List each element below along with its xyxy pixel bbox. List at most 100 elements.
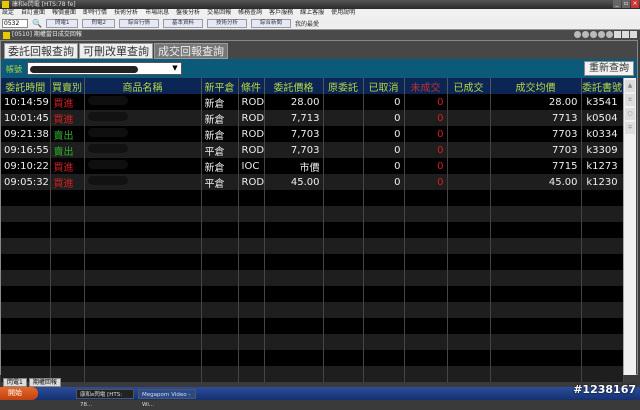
column-header[interactable]: 原委託 <box>323 78 364 94</box>
refresh-button[interactable]: 重新查詢 <box>584 61 634 76</box>
menu-item[interactable]: 線上客服 <box>300 9 324 17</box>
start-button[interactable]: 開始 <box>0 387 38 400</box>
table-row[interactable] <box>1 302 624 318</box>
product-name <box>84 174 202 190</box>
table-row[interactable] <box>1 190 624 206</box>
avg-price: 7703 <box>490 126 582 142</box>
column-header[interactable]: 新平倉 <box>201 78 239 94</box>
order-time: 09:05:32 <box>1 174 51 190</box>
toolbar-button[interactable]: 基本資料 <box>162 18 203 28</box>
favorite-button[interactable]: 我的最愛 <box>295 19 319 28</box>
table-row[interactable] <box>1 318 624 334</box>
table-row[interactable] <box>1 238 624 254</box>
toolbar-button[interactable]: 綜合新聞 <box>251 18 292 28</box>
column-header[interactable]: 委託價格 <box>264 78 324 94</box>
tab-order-report[interactable]: 委託回報查詢 <box>4 43 78 59</box>
menu-item[interactable]: 設定 <box>2 9 14 17</box>
toolbar-button[interactable]: 綜合行情 <box>118 18 159 28</box>
empty-cell <box>264 222 324 238</box>
table-row[interactable]: 10:14:59 買進 新倉 ROD 28.00 0 0 28.00 k3541 <box>1 94 624 110</box>
menu-item[interactable]: 交易回報 <box>207 9 231 17</box>
tool-icon[interactable] <box>590 31 597 38</box>
empty-cell <box>581 254 624 270</box>
toolbar-button[interactable]: 閃電1 <box>45 18 79 28</box>
stock-code-input[interactable]: 0532 <box>2 18 28 28</box>
chevron-down-icon[interactable]: ▼ <box>170 64 180 73</box>
redacted-product <box>87 112 128 121</box>
column-header[interactable]: 商品名稱 <box>84 78 202 94</box>
menu-item[interactable]: 即時行情 <box>83 9 107 17</box>
search-icon[interactable]: 🔍 <box>32 19 42 28</box>
scroll-up-icon[interactable]: ± <box>625 94 635 106</box>
empty-cell <box>238 302 265 318</box>
menu-item[interactable]: 客戶服務 <box>269 9 293 17</box>
table-row[interactable] <box>1 286 624 302</box>
empty-cell <box>84 286 202 302</box>
table-row[interactable] <box>1 254 624 270</box>
menu-item[interactable]: 自訂畫面 <box>21 9 45 17</box>
toolbar-button[interactable]: 技術分析 <box>207 18 248 28</box>
column-header[interactable]: 條件 <box>238 78 265 94</box>
column-header[interactable]: 成交均價 <box>490 78 582 94</box>
scroll-down-icon[interactable]: ∓ <box>625 122 635 134</box>
empty-cell <box>404 238 448 254</box>
table-row[interactable]: 09:10:22 買進 新倉 IOC 市價 0 0 7715 k1273 <box>1 158 624 174</box>
unfilled-qty: 0 <box>404 126 448 142</box>
menu-item[interactable]: 帳務查詢 <box>238 9 262 17</box>
info-icon[interactable] <box>606 31 613 38</box>
trade-table: 委託時間 買賣別 商品名稱 新平倉 條件 委託價格 原委託 已取消 未成交 已成交 成交均價 委託書號… <box>1 78 624 382</box>
table-row[interactable]: 10:01:45 買進 新倉 ROD 7,713 0 0 7713 k0504 <box>1 110 624 126</box>
menu-item[interactable]: 使用說明 <box>331 9 355 17</box>
taskbar-item[interactable]: 康和e閃電 [HTS: 78... <box>76 388 134 408</box>
bottom-tab-flash1[interactable]: 閃電1 <box>3 378 27 387</box>
close-icon[interactable] <box>630 31 637 38</box>
empty-cell <box>323 286 364 302</box>
taskbar-item[interactable]: Megaporn Video - Wi... <box>138 388 196 408</box>
table-row[interactable]: 09:16:55 賣出 平倉 ROD 7,703 0 0 7703 k3309 <box>1 142 624 158</box>
empty-cell <box>404 302 448 318</box>
table-row[interactable]: 09:05:32 買進 平倉 ROD 45.00 0 0 45.00 k1230 <box>1 174 624 190</box>
column-header[interactable]: 委託時間 <box>1 78 51 94</box>
minimize-icon[interactable] <box>614 31 621 38</box>
scroll-top-icon[interactable]: ▲ <box>625 80 635 92</box>
column-header[interactable]: 已取消 <box>363 78 405 94</box>
table-row[interactable] <box>1 206 624 222</box>
menu-item[interactable]: 市場訊息 <box>145 9 169 17</box>
tool-icon[interactable] <box>598 31 605 38</box>
empty-cell <box>447 302 491 318</box>
table-row[interactable] <box>1 350 624 366</box>
column-header[interactable]: 買賣別 <box>50 78 85 94</box>
table-row[interactable] <box>1 366 624 382</box>
close-button[interactable]: × <box>631 0 639 8</box>
column-header[interactable]: 未成交 <box>404 78 448 94</box>
redacted-product <box>87 128 128 137</box>
maximize-icon[interactable] <box>622 31 629 38</box>
table-row[interactable] <box>1 270 624 286</box>
redacted-product <box>87 96 128 105</box>
tab-modifiable-orders[interactable]: 可刪改單查詢 <box>79 43 153 59</box>
scrollbar[interactable]: ▲ ± ○ ∓ <box>623 78 636 375</box>
column-header[interactable]: 委託書號 <box>581 78 624 94</box>
tab-trade-report[interactable]: 成交回報查詢 <box>154 43 228 59</box>
tool-icon[interactable] <box>574 31 581 38</box>
menu-item[interactable]: 報價畫面 <box>52 9 76 17</box>
unfilled-qty: 0 <box>404 174 448 190</box>
condition: ROD <box>238 174 265 190</box>
table-row[interactable]: 09:21:38 賣出 新倉 ROD 7,703 0 0 7703 k0334 <box>1 126 624 142</box>
menu-item[interactable]: 盤後分析 <box>176 9 200 17</box>
empty-cell <box>581 222 624 238</box>
table-row[interactable] <box>1 222 624 238</box>
account-select[interactable]: ▼ <box>27 62 182 75</box>
empty-cell <box>323 190 364 206</box>
tool-icon[interactable] <box>582 31 589 38</box>
toolbar-button[interactable]: 閃電2 <box>82 18 115 28</box>
column-header[interactable]: 已成交 <box>447 78 491 94</box>
empty-cell <box>264 302 324 318</box>
empty-cell <box>84 350 202 366</box>
scroll-mid-icon[interactable]: ○ <box>625 108 635 120</box>
menu-item[interactable]: 技術分析 <box>114 9 138 17</box>
table-row[interactable] <box>1 334 624 350</box>
bottom-tab-report[interactable]: 期權回報 <box>28 378 61 387</box>
minimize-button[interactable]: _ <box>613 0 621 8</box>
restore-button[interactable]: ▫ <box>622 0 630 8</box>
